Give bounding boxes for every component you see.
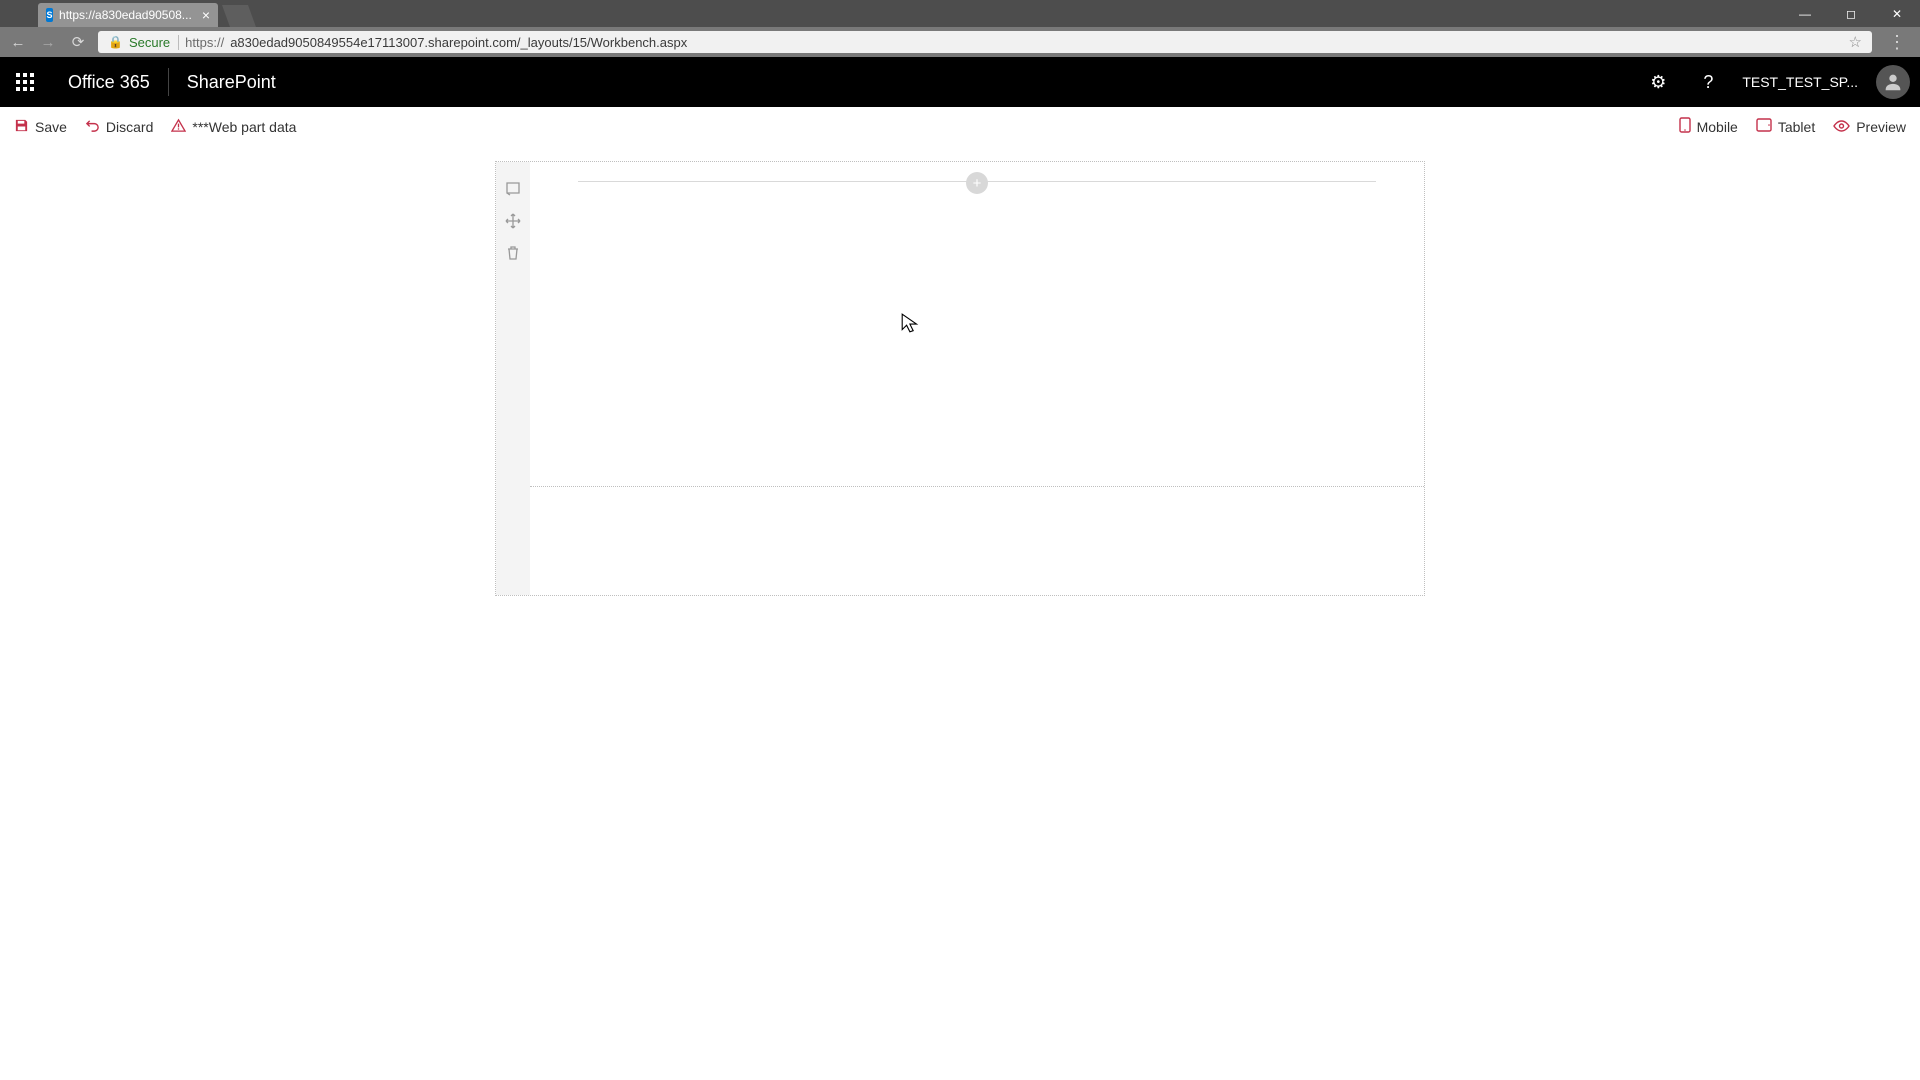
edit-section-button[interactable] — [504, 180, 522, 198]
move-section-button[interactable] — [504, 212, 522, 230]
suite-app-name[interactable]: SharePoint — [169, 72, 294, 93]
tab-close-icon[interactable]: × — [202, 7, 210, 23]
save-icon — [14, 118, 29, 137]
mobile-icon — [1679, 117, 1691, 137]
person-icon — [1882, 71, 1904, 93]
lock-icon: 🔒 — [108, 35, 123, 49]
user-display-name[interactable]: TEST_TEST_SP... — [1742, 74, 1858, 90]
url-text: a830edad9050849554e17113007.sharepoint.c… — [230, 35, 687, 50]
add-webpart-row: + — [560, 176, 1394, 186]
tablet-icon — [1756, 118, 1772, 136]
help-icon: ? — [1703, 72, 1713, 93]
back-button[interactable]: ← — [8, 34, 28, 51]
undo-icon — [85, 118, 100, 137]
forward-button: → — [38, 34, 58, 51]
warning-icon — [171, 118, 186, 137]
tab-title: https://a830edad90508... — [59, 8, 192, 22]
save-label: Save — [35, 119, 67, 135]
suite-brand[interactable]: Office 365 — [50, 68, 169, 96]
bookmark-star-icon[interactable]: ☆ — [1849, 33, 1862, 51]
address-bar[interactable]: 🔒 Secure https:// a830edad9050849554e1711… — [98, 31, 1872, 53]
workbench-canvas-area: + — [0, 147, 1920, 596]
reload-button[interactable]: ⟳ — [68, 33, 88, 51]
plus-icon: + — [973, 176, 982, 191]
command-bar: Save Discard ***Web part data Mobile T — [0, 107, 1920, 147]
webpart-data-button[interactable]: ***Web part data — [171, 118, 296, 137]
browser-tab[interactable]: S https://a830edad90508... × — [38, 3, 218, 27]
preview-label: Preview — [1856, 119, 1906, 135]
move-icon — [505, 213, 521, 229]
trash-icon — [506, 245, 520, 261]
secure-label: Secure — [129, 35, 179, 50]
user-avatar[interactable] — [1876, 65, 1910, 99]
discard-button[interactable]: Discard — [85, 118, 153, 137]
preview-button[interactable]: Preview — [1833, 119, 1906, 136]
webpart-data-label: ***Web part data — [192, 119, 296, 135]
tab-favicon: S — [46, 8, 53, 22]
section-toolbar — [496, 162, 530, 595]
window-minimize-icon[interactable]: — — [1782, 0, 1828, 27]
empty-zone[interactable] — [560, 487, 1394, 575]
gear-icon: ⚙ — [1650, 72, 1666, 93]
url-scheme: https:// — [185, 35, 224, 50]
app-launcher-button[interactable] — [0, 57, 50, 107]
edit-icon — [505, 181, 521, 197]
canvas-frame: + — [495, 161, 1425, 596]
suite-header: Office 365 SharePoint ⚙ ? TEST_TEST_SP..… — [0, 57, 1920, 107]
mouse-cursor — [900, 312, 922, 339]
window-maximize-icon[interactable]: ◻ — [1828, 0, 1874, 27]
help-button[interactable]: ? — [1692, 66, 1724, 98]
mobile-view-button[interactable]: Mobile — [1679, 117, 1738, 137]
section-content: + — [530, 162, 1424, 595]
tablet-label: Tablet — [1778, 119, 1815, 135]
mobile-label: Mobile — [1697, 119, 1738, 135]
browser-toolbar: ← → ⟳ 🔒 Secure https:// a830edad905084955… — [0, 27, 1920, 57]
tablet-view-button[interactable]: Tablet — [1756, 118, 1815, 136]
browser-tabstrip: S https://a830edad90508... × — ◻ ✕ — [0, 0, 1920, 27]
save-button[interactable]: Save — [14, 118, 67, 137]
canvas-section[interactable]: + — [495, 161, 1425, 596]
settings-button[interactable]: ⚙ — [1642, 66, 1674, 98]
new-tab-button[interactable] — [222, 5, 256, 27]
eye-icon — [1833, 119, 1850, 136]
delete-section-button[interactable] — [504, 244, 522, 262]
add-webpart-button[interactable]: + — [966, 172, 988, 194]
waffle-icon — [16, 73, 34, 91]
webpart-zone[interactable] — [560, 186, 1394, 486]
window-close-icon[interactable]: ✕ — [1874, 0, 1920, 27]
browser-menu-icon[interactable]: ⋮ — [1882, 32, 1912, 53]
discard-label: Discard — [106, 119, 153, 135]
